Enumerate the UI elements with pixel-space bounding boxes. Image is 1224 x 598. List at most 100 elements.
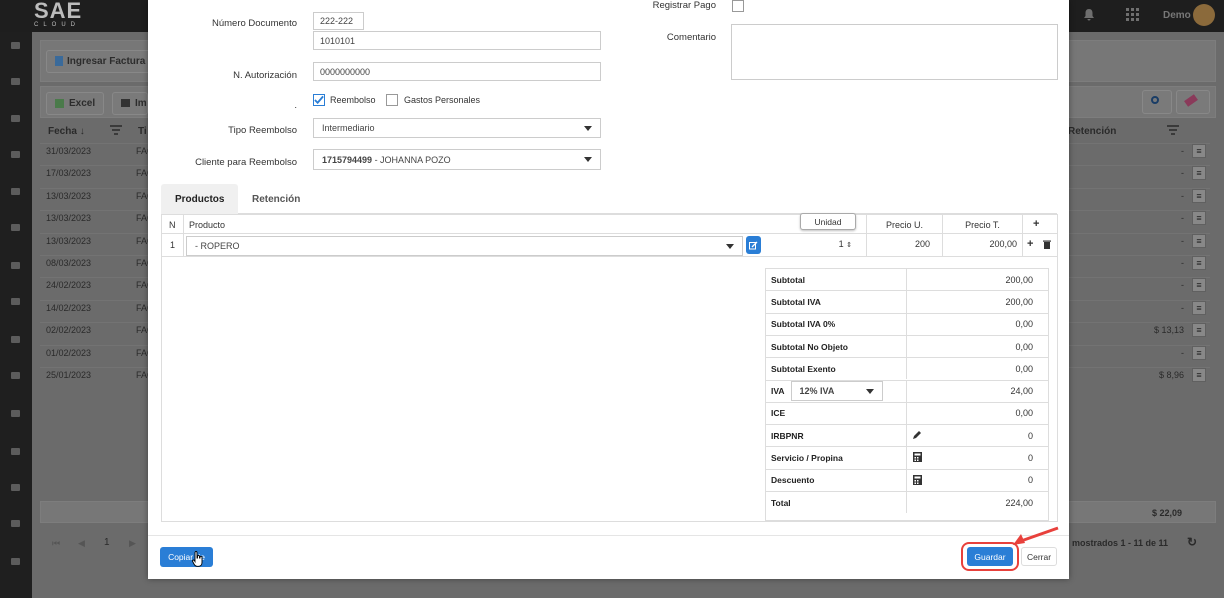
totals-label: ICE	[765, 402, 907, 425]
row-menu-icon[interactable]: ≡	[1192, 300, 1206, 315]
users-icon[interactable]	[8, 40, 22, 54]
edit-product-button[interactable]	[746, 236, 761, 254]
cart-icon[interactable]	[8, 334, 22, 348]
totals-label: IRBPNR	[765, 425, 907, 447]
dot-label: .	[294, 100, 297, 111]
totals-row: Subtotal 200,00	[765, 268, 1049, 291]
truck-icon[interactable]	[8, 149, 22, 163]
building-icon[interactable]	[8, 556, 22, 570]
totals-value: 24,00	[907, 381, 1049, 402]
row-menu-icon[interactable]: ≡	[1192, 144, 1206, 158]
row-menu-icon[interactable]: ≡	[1192, 323, 1206, 338]
totals-value: 0,00	[907, 358, 1049, 379]
first-page-icon[interactable]: ⏮	[52, 538, 60, 549]
cerrar-button[interactable]: Cerrar	[1021, 547, 1057, 566]
totals-label: Subtotal	[765, 269, 907, 291]
precio-t-value: 200,00	[989, 239, 1017, 249]
chart-icon[interactable]	[8, 186, 22, 200]
cliente-select[interactable]: 1715794499 - JOHANNA POZO	[313, 149, 601, 170]
tab-retencion[interactable]: Retención	[238, 184, 314, 214]
serie-input[interactable]: 222-222	[313, 12, 364, 30]
pencil-icon[interactable]	[912, 430, 922, 440]
totals-value: 0,00	[907, 336, 1049, 357]
eraser-button[interactable]	[1176, 90, 1210, 114]
iva-select[interactable]: 12% IVA	[790, 381, 883, 402]
handshake-icon[interactable]	[8, 76, 22, 90]
grid-icon[interactable]	[1126, 8, 1139, 24]
print-button[interactable]: Im	[112, 92, 148, 115]
cantidad-input[interactable]: 1 ⇕	[792, 239, 852, 249]
chevron-down-icon	[726, 243, 734, 249]
registrar-pago-checkbox[interactable]	[732, 0, 744, 12]
calculator-icon[interactable]	[912, 474, 922, 485]
avatar[interactable]	[1193, 4, 1215, 26]
row-retencion: -	[1181, 168, 1184, 179]
guardar-button[interactable]: Guardar	[967, 547, 1013, 566]
person-icon[interactable]	[8, 370, 22, 384]
totals-value: 0,00	[907, 314, 1049, 335]
page-number[interactable]: 1	[104, 537, 110, 548]
precio-u-input[interactable]: 200	[867, 239, 930, 249]
refresh-icon[interactable]: ↻	[1187, 535, 1197, 549]
book-icon[interactable]	[8, 408, 22, 422]
cliente-name: - JOHANNA POZO	[372, 154, 451, 165]
row-menu-icon[interactable]: ≡	[1192, 368, 1206, 382]
totals-label-text: Subtotal IVA 0%	[771, 319, 836, 330]
totals-value-text: 0	[1027, 453, 1033, 464]
add-product-button[interactable]: +	[1033, 218, 1039, 230]
totals-label: Subtotal IVA 0%	[765, 313, 907, 335]
list2-icon[interactable]	[8, 482, 22, 496]
reembolso-checkbox[interactable]	[313, 94, 325, 106]
coins-icon[interactable]	[8, 222, 22, 236]
col-fecha-header[interactable]: Fecha ↓	[48, 126, 85, 137]
row-menu-icon[interactable]: ≡	[1192, 166, 1206, 181]
totals-value[interactable]: 0	[907, 470, 1049, 491]
row-menu-icon[interactable]: ≡	[1192, 188, 1206, 203]
prev-page-icon[interactable]: ◀	[78, 538, 85, 549]
excel-button[interactable]: Excel	[46, 92, 105, 115]
row-menu-icon[interactable]: ≡	[1192, 278, 1206, 293]
row-menu-icon[interactable]: ≡	[1192, 256, 1206, 270]
gastos-personales-checkbox[interactable]	[386, 94, 398, 106]
filter-icon[interactable]	[110, 125, 122, 135]
network-icon[interactable]	[8, 113, 22, 127]
list-icon[interactable]	[8, 446, 22, 460]
copiar-de-button[interactable]: Copiar de	[160, 547, 213, 567]
chevron-down-icon	[584, 157, 592, 162]
row-fecha: 08/03/2023	[46, 258, 92, 268]
next-page-icon[interactable]: ▶	[129, 538, 136, 549]
inbox-icon[interactable]	[8, 518, 22, 532]
calculator-icon[interactable]	[912, 452, 922, 463]
ingresar-factura-button[interactable]: Ingresar Factura P	[46, 50, 164, 73]
bell-icon[interactable]	[1083, 8, 1095, 24]
user-name[interactable]: Demo	[1163, 10, 1191, 21]
totals-value-text: 224,00	[1005, 497, 1033, 508]
tipo-reembolso-select[interactable]: Intermediario	[313, 118, 601, 138]
totals-value[interactable]: 0	[907, 447, 1049, 468]
totals-value-text: 0,00	[1015, 341, 1033, 352]
totals-row: Total 224,00	[765, 491, 1049, 514]
totals-value[interactable]: 0	[907, 425, 1049, 446]
autorizacion-input[interactable]: 0000000000	[313, 62, 601, 81]
col-retencion-header[interactable]: Retención	[1068, 126, 1116, 137]
tab-productos[interactable]: Productos	[161, 184, 239, 214]
totals-label: IVA 12% IVA	[765, 380, 907, 402]
producto-select[interactable]: - ROPERO	[186, 236, 743, 256]
col-tipo-header[interactable]: Ti	[138, 126, 147, 137]
print-label: Im	[135, 98, 147, 109]
row-menu-icon[interactable]: ≡	[1192, 233, 1206, 248]
filter-icon[interactable]	[1167, 125, 1179, 135]
totals-value-text: 0,00	[1015, 319, 1033, 330]
search-button[interactable]	[1142, 90, 1172, 114]
hand-cursor-icon	[192, 551, 204, 567]
secuencial-input[interactable]: 1010101	[313, 31, 601, 50]
check-icon	[314, 95, 324, 105]
add-row-button[interactable]: +	[1027, 238, 1033, 250]
row-menu-icon[interactable]: ≡	[1192, 211, 1206, 226]
comentario-textarea[interactable]	[731, 24, 1058, 80]
table-icon[interactable]	[8, 260, 22, 274]
row-menu-icon[interactable]: ≡	[1192, 345, 1206, 360]
shield-icon[interactable]	[8, 296, 22, 310]
row-fecha: 13/03/2023	[46, 235, 92, 246]
trash-icon[interactable]	[1043, 240, 1051, 249]
